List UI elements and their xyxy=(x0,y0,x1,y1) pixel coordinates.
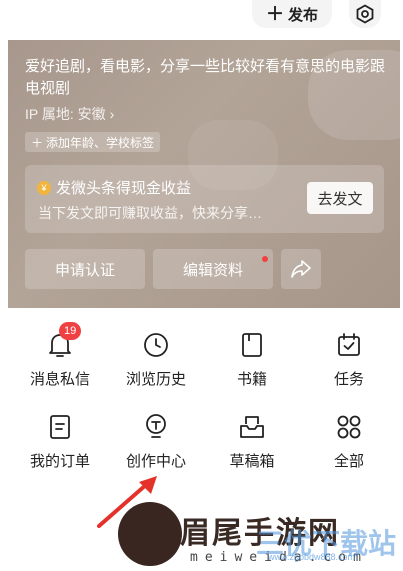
grid-item-label: 草稿箱 xyxy=(229,453,275,470)
grid-item-history[interactable]: 浏览历史 xyxy=(106,330,206,400)
grid-item-label: 消息私信 xyxy=(29,371,90,388)
profile-bio: 爱好追剧，看电影，分享一些比较好看有意思的电影跟电视剧 xyxy=(25,58,386,97)
share-icon xyxy=(291,260,311,278)
grid-four-circles-icon xyxy=(337,415,361,439)
profile-header: 爱好追剧，看电影，分享一些比较好看有意思的电影跟电视剧 IP 属地: 安徽 › … xyxy=(8,40,400,308)
grid-item-label: 全部 xyxy=(333,453,364,470)
grid-item-label: 创作中心 xyxy=(125,453,186,470)
edit-profile-button[interactable]: 编辑资料 xyxy=(153,249,273,289)
go-post-button[interactable]: 去发文 xyxy=(307,182,373,214)
earnings-title-row: ¥ 发微头条得现金收益 xyxy=(37,177,191,198)
grid-item-label: 书籍 xyxy=(236,371,267,388)
coin-icon: ¥ xyxy=(37,180,51,195)
plus-icon: ＋ xyxy=(265,4,284,24)
grid-item-drafts[interactable]: 草稿箱 xyxy=(202,412,302,482)
publish-label: 发布 xyxy=(287,6,318,24)
watermark-overlay-url: www.zgbbdw888.com xyxy=(268,552,356,562)
settings-button[interactable] xyxy=(349,0,381,28)
chevron-right-icon: › xyxy=(109,106,115,122)
grid-item-messages[interactable]: 19 消息私信 xyxy=(10,322,110,400)
unread-badge: 19 xyxy=(59,322,82,340)
ip-location[interactable]: IP 属地: 安徽 › xyxy=(25,104,114,124)
ip-location-label: IP 属地: 安徽 xyxy=(25,106,106,122)
lightbulb-icon xyxy=(146,414,166,438)
watermark-logo xyxy=(118,502,182,566)
draft-box-icon xyxy=(240,416,264,438)
site-watermark: 眉尾手游网 meiweida.com 三优下载站 www.zgbbdw888.c… xyxy=(118,502,403,571)
hexagon-settings-icon xyxy=(356,4,374,24)
grid-item-label: 任务 xyxy=(333,371,364,388)
publish-button[interactable]: ＋ 发布 xyxy=(252,0,332,28)
share-button[interactable] xyxy=(281,249,321,289)
order-list-icon xyxy=(50,415,70,439)
add-tag-button[interactable]: ＋ 添加年龄、学校标签 xyxy=(25,132,161,152)
grid-item-label: 我的订单 xyxy=(29,453,90,470)
add-tag-label: 添加年龄、学校标签 xyxy=(46,135,155,150)
plus-icon: ＋ xyxy=(31,135,44,150)
apply-verification-button[interactable]: 申请认证 xyxy=(25,249,145,289)
notification-dot xyxy=(262,256,268,262)
grid-item-tasks[interactable]: 任务 xyxy=(299,330,399,400)
top-bar: ＋ 发布 xyxy=(0,0,403,40)
calendar-check-icon xyxy=(338,333,360,356)
clock-icon xyxy=(144,333,168,357)
book-icon xyxy=(242,333,262,357)
earnings-subtitle: 当下发文即可赚取收益，快来分享… xyxy=(38,205,262,221)
grid-item-all[interactable]: 全部 xyxy=(299,412,399,482)
earnings-title: 发微头条得现金收益 xyxy=(56,180,192,197)
grid-item-label: 浏览历史 xyxy=(125,371,186,388)
grid-item-books[interactable]: 书籍 xyxy=(202,330,302,400)
earnings-card[interactable]: ¥ 发微头条得现金收益 当下发文即可赚取收益，快来分享… 去发文 xyxy=(25,165,384,233)
